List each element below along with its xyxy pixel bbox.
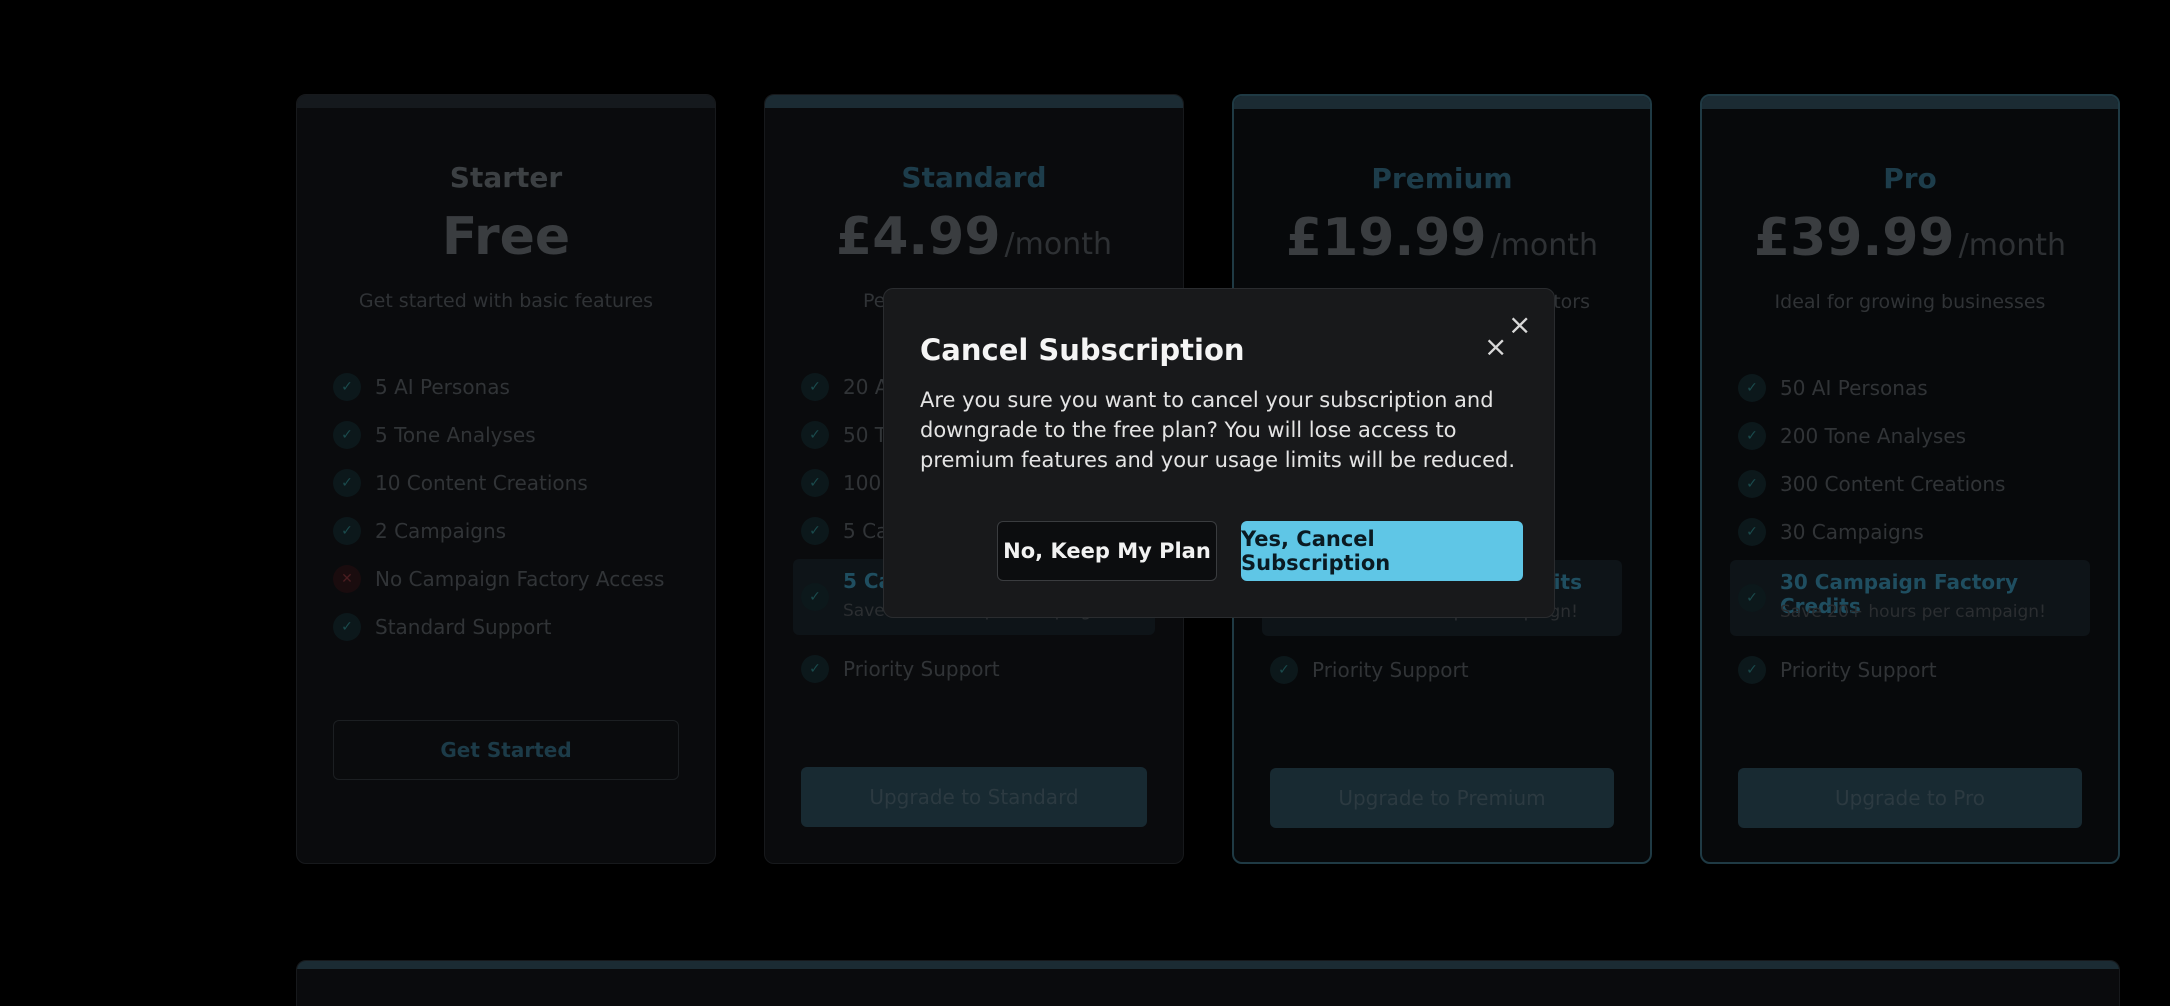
- check-icon: ✓: [1738, 656, 1766, 684]
- dialog-title: Cancel Subscription: [920, 333, 1245, 367]
- check-icon: ✓: [801, 655, 829, 683]
- feature-item: ✓ 5 AI Personas: [333, 363, 689, 411]
- credits-subtitle: Save 20+ hours per campaign!: [1780, 602, 2046, 622]
- check-icon: ✓: [1738, 470, 1766, 498]
- check-icon: ✓: [1738, 584, 1766, 612]
- feature-item: ✕ No Campaign Factory Access: [333, 555, 689, 603]
- plan-name: Starter: [449, 161, 563, 194]
- plan-price: £4.99/month: [836, 207, 1112, 267]
- check-icon: ✓: [801, 469, 829, 497]
- check-icon: ✓: [333, 469, 361, 497]
- feature-item: ✓ 300 Content Creations: [1738, 460, 2092, 508]
- cross-icon: ✕: [333, 565, 361, 593]
- check-icon: ✓: [333, 517, 361, 545]
- plan-description: tors: [1553, 291, 1590, 313]
- close-icon[interactable]: ×: [1508, 311, 1531, 339]
- card-top-bar: [1702, 96, 2118, 109]
- upgrade-pro-button[interactable]: Upgrade to Pro: [1738, 768, 2082, 828]
- card-top-bar: [765, 95, 1183, 108]
- feature-item: ✓ 50 AI Personas: [1738, 364, 2092, 412]
- upgrade-standard-button[interactable]: Upgrade to Standard: [801, 767, 1147, 827]
- card-top-bar: [297, 961, 2119, 969]
- feature-item: ✓ 10 Content Creations: [333, 459, 689, 507]
- plan-card-starter: Starter Free Get started with basic feat…: [296, 94, 716, 864]
- plan-price: £39.99/month: [1753, 208, 2067, 268]
- plan-price: Free: [441, 207, 571, 267]
- plan-description: Ideal for growing businesses: [1774, 291, 2046, 313]
- dialog-message: Are you sure you want to cancel your sub…: [920, 388, 1516, 472]
- plan-name: Standard: [901, 161, 1047, 194]
- bottom-section-card: [296, 960, 2120, 1006]
- get-started-button[interactable]: Get Started: [333, 720, 679, 780]
- feature-list: ✓ 5 AI Personas ✓ 5 Tone Analyses ✓ 10 Cont…: [333, 363, 689, 651]
- feature-item: ✓ 2 Campaigns: [333, 507, 689, 555]
- check-icon: ✓: [801, 583, 829, 611]
- credits-box: ✓ 30 Campaign Factory Credits Save 20+ h…: [1730, 560, 2090, 636]
- check-icon: ✓: [333, 373, 361, 401]
- check-icon: ✓: [801, 373, 829, 401]
- check-icon: ✓: [801, 517, 829, 545]
- keep-plan-button[interactable]: No, Keep My Plan: [997, 521, 1217, 581]
- plan-name: Pro: [1883, 162, 1937, 195]
- card-top-bar: [297, 95, 715, 108]
- feature-item: ✓ 30 Campaigns: [1738, 508, 2092, 556]
- feature-item: ✓ 200 Tone Analyses: [1738, 412, 2092, 460]
- feature-list: ✓ 50 AI Personas ✓ 200 Tone Analyses ✓ 300 …: [1738, 364, 2092, 556]
- check-icon: ✓: [333, 613, 361, 641]
- check-icon: ✓: [333, 421, 361, 449]
- check-icon: ✓: [801, 421, 829, 449]
- feature-item: ✓ 5 Tone Analyses: [333, 411, 689, 459]
- plan-price: £19.99/month: [1285, 208, 1599, 268]
- feature-item: ✓ Standard Support: [333, 603, 689, 651]
- confirm-cancel-button[interactable]: Yes, Cancel Subscription: [1241, 521, 1523, 581]
- check-icon: ✓: [1738, 518, 1766, 546]
- check-icon: ✓: [1270, 656, 1298, 684]
- card-top-bar: [1234, 96, 1650, 109]
- support-item: ✓ Priority Support: [1738, 646, 1937, 694]
- plan-name: Premium: [1371, 162, 1513, 195]
- check-icon: ✓: [1738, 374, 1766, 402]
- cancel-subscription-dialog: × × Cancel Subscription Are you sure you…: [883, 288, 1555, 618]
- plan-card-pro: Pro £39.99/month Ideal for growing busin…: [1700, 94, 2120, 864]
- plan-description: Get started with basic features: [358, 290, 654, 312]
- support-item: ✓ Priority Support: [801, 645, 1000, 693]
- close-icon[interactable]: ×: [1484, 333, 1507, 361]
- support-item: ✓ Priority Support: [1270, 646, 1469, 694]
- upgrade-premium-button[interactable]: Upgrade to Premium: [1270, 768, 1614, 828]
- check-icon: ✓: [1738, 422, 1766, 450]
